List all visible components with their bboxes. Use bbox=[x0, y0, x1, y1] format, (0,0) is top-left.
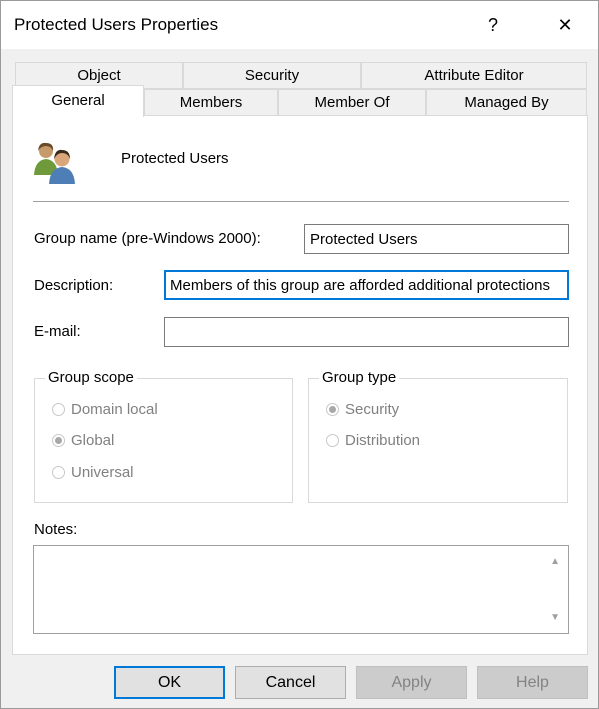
radio-label: Universal bbox=[71, 464, 134, 481]
scroll-up-icon[interactable]: ▲ bbox=[550, 556, 560, 567]
email-field[interactable] bbox=[164, 317, 569, 347]
email-label: E-mail: bbox=[34, 323, 81, 340]
help-icon[interactable]: ? bbox=[470, 1, 516, 49]
radio-global[interactable]: Global bbox=[52, 432, 114, 449]
radio-unchecked-icon bbox=[52, 403, 65, 416]
tab-general[interactable]: General bbox=[12, 85, 144, 117]
notes-textarea[interactable]: ▲ ▼ bbox=[33, 545, 569, 634]
window-title: Protected Users Properties bbox=[14, 15, 219, 34]
radio-unchecked-icon bbox=[326, 434, 339, 447]
header-separator bbox=[33, 201, 569, 202]
tab-attribute-editor[interactable]: Attribute Editor bbox=[361, 62, 587, 89]
radio-domain-local[interactable]: Domain local bbox=[52, 401, 158, 418]
radio-checked-icon bbox=[326, 403, 339, 416]
radio-checked-icon bbox=[52, 434, 65, 447]
radio-label: Domain local bbox=[71, 401, 158, 418]
tab-security[interactable]: Security bbox=[183, 62, 361, 89]
group-scope-title: Group scope bbox=[45, 369, 137, 386]
radio-security[interactable]: Security bbox=[326, 401, 399, 418]
radio-unchecked-icon bbox=[52, 466, 65, 479]
ok-button[interactable]: OK bbox=[114, 666, 225, 699]
cancel-button[interactable]: Cancel bbox=[235, 666, 346, 699]
group-name-field[interactable]: Protected Users bbox=[304, 224, 569, 254]
tab-members[interactable]: Members bbox=[144, 89, 278, 116]
tab-member-of[interactable]: Member Of bbox=[278, 89, 426, 116]
scroll-down-icon[interactable]: ▼ bbox=[550, 612, 560, 623]
group-name-label: Group name (pre-Windows 2000): bbox=[34, 230, 261, 247]
description-label: Description: bbox=[34, 277, 114, 294]
title-bar: Protected Users Properties ? ✕ bbox=[1, 1, 598, 49]
radio-label: Security bbox=[345, 401, 400, 418]
help-button[interactable]: Help bbox=[477, 666, 588, 699]
radio-universal[interactable]: Universal bbox=[52, 464, 134, 481]
properties-dialog: Protected Users Properties ? ✕ Object Se… bbox=[0, 0, 599, 709]
group-display-name: Protected Users bbox=[121, 150, 229, 167]
notes-label: Notes: bbox=[34, 521, 78, 538]
description-field[interactable]: Members of this group are afforded addit… bbox=[164, 270, 569, 300]
close-icon[interactable]: ✕ bbox=[542, 1, 588, 49]
users-group-icon bbox=[33, 139, 81, 185]
group-type-title: Group type bbox=[319, 369, 400, 386]
radio-label: Global bbox=[71, 432, 115, 449]
radio-distribution[interactable]: Distribution bbox=[326, 432, 420, 449]
radio-label: Distribution bbox=[345, 432, 421, 449]
apply-button[interactable]: Apply bbox=[356, 666, 467, 699]
tab-managed-by[interactable]: Managed By bbox=[426, 89, 587, 116]
